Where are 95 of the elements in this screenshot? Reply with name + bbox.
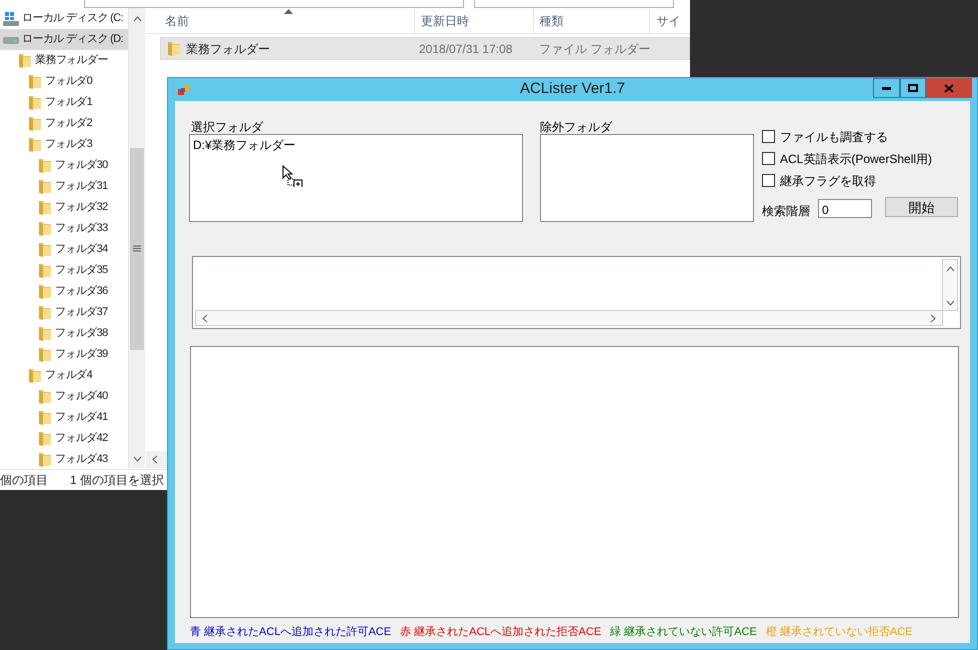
field-label: 選択フォルダ <box>191 119 263 136</box>
tree-item[interactable]: フォルダ0 <box>0 71 128 92</box>
file-row[interactable]: 業務フォルダー 2018/07/31 17:08 ファイル フォルダー <box>160 37 690 60</box>
tree-item[interactable]: フォルダ36 <box>0 281 128 302</box>
legend-text: 緑 継承されていない許可ACE <box>610 625 757 640</box>
scroll-up-icon[interactable] <box>133 16 142 22</box>
folder-icon <box>38 221 52 236</box>
window-title: ACLister Ver1.7 <box>520 79 626 100</box>
legend-text: 赤 継承されたACLへ追加された拒否ACE <box>400 625 602 640</box>
tree-item[interactable]: フォルダ37 <box>0 302 128 323</box>
column-header[interactable]: 更新日時 <box>415 8 534 33</box>
modified-date: 2018/07/31 17:08 <box>419 40 514 58</box>
vertical-scrollbar[interactable] <box>128 8 145 468</box>
checkbox[interactable] <box>762 174 775 187</box>
scroll-right-icon[interactable] <box>930 314 936 323</box>
tree-item[interactable]: フォルダ31 <box>0 176 128 197</box>
folder-icon <box>38 410 52 425</box>
checkbox[interactable] <box>762 152 775 165</box>
folder-icon <box>38 305 52 320</box>
tree-item[interactable]: フォルダ43 <box>0 449 128 468</box>
legend-text: 青 継承されたACLへ追加された許可ACE <box>190 625 392 640</box>
tree-item[interactable]: フォルダ40 <box>0 386 128 407</box>
folder-icon <box>18 53 32 68</box>
minimize-button[interactable] <box>873 78 900 98</box>
column-header[interactable]: 種類 <box>534 8 650 33</box>
maximize-button[interactable] <box>900 78 926 98</box>
file-type: ファイル フォルダー <box>539 40 650 58</box>
drag-cursor-icon <box>282 165 304 187</box>
tree-item[interactable]: 業務フォルダー <box>0 50 128 71</box>
tree-item[interactable]: フォルダ33 <box>0 218 128 239</box>
scroll-left-icon[interactable] <box>202 314 208 323</box>
folder-icon <box>38 284 52 299</box>
tree-item[interactable]: フォルダ1 <box>0 92 128 113</box>
tree-item[interactable]: フォルダ4 <box>0 365 128 386</box>
horizontal-scrollbar[interactable] <box>146 451 167 468</box>
grip-icon <box>133 245 141 252</box>
checkbox-label: ファイルも調査する <box>780 128 888 146</box>
file-name: 業務フォルダー <box>186 40 270 58</box>
checkbox-label: 継承フラグを取得 <box>780 172 876 190</box>
selected-folder-field[interactable]: D:¥業務フォルダー <box>189 134 523 222</box>
tree-item[interactable]: フォルダ32 <box>0 197 128 218</box>
field-label: 検索階層 <box>762 203 810 220</box>
tree-item[interactable]: フォルダ39 <box>0 344 128 365</box>
folder-icon <box>38 389 52 404</box>
folder-icon <box>28 95 42 110</box>
folder-icon <box>38 158 52 173</box>
scroll-left-icon[interactable] <box>152 455 158 464</box>
drive-icon <box>3 34 19 44</box>
checkbox-label: ACL英語表示(PowerShell用) <box>780 150 932 168</box>
sort-arrow-icon <box>284 9 293 14</box>
folder-icon <box>38 242 52 257</box>
depth-field[interactable]: 0 <box>818 199 872 218</box>
scrollbar-thumb[interactable] <box>130 148 144 350</box>
folder-icon <box>167 41 181 56</box>
folder-icon <box>28 137 42 152</box>
horizontal-scrollbar[interactable] <box>195 310 943 326</box>
scroll-up-icon[interactable] <box>946 266 955 272</box>
close-button[interactable] <box>926 78 972 98</box>
folder-icon <box>38 200 52 215</box>
close-icon <box>944 84 954 92</box>
maximize-icon <box>908 84 918 92</box>
tree-item[interactable]: フォルダ38 <box>0 323 128 344</box>
status-text: 1 個の項目を選択 <box>70 472 164 489</box>
tree-item[interactable]: フォルダ41 <box>0 407 128 428</box>
folder-icon <box>38 431 52 446</box>
folder-icon <box>38 326 52 341</box>
folder-icon <box>38 179 52 194</box>
app-icon <box>178 85 190 96</box>
start-button[interactable]: 開始 <box>885 197 958 217</box>
tree-item[interactable]: フォルダ30 <box>0 155 128 176</box>
folder-icon <box>28 74 42 89</box>
legend-text: 橙 継承されていない拒否ACE <box>766 625 913 640</box>
tree-item[interactable]: フォルダ34 <box>0 239 128 260</box>
tree-item[interactable]: ローカル ディスク (D: <box>0 29 128 50</box>
folder-icon <box>38 263 52 278</box>
tree-item[interactable]: フォルダ35 <box>0 260 128 281</box>
column-header[interactable]: サイ <box>650 8 690 33</box>
status-text: 個の項目 <box>0 472 48 489</box>
tree-item[interactable]: ローカル ディスク (C: <box>0 8 128 29</box>
system-drive-icon <box>3 11 19 26</box>
folder-icon <box>38 452 52 467</box>
folder-icon <box>28 368 42 383</box>
folder-icon <box>38 347 52 362</box>
checkbox[interactable] <box>762 130 775 143</box>
field-value: D:¥業務フォルダー <box>193 137 296 154</box>
tree-item[interactable]: フォルダ2 <box>0 113 128 134</box>
minimize-icon <box>882 86 891 90</box>
tree-item[interactable]: フォルダ42 <box>0 428 128 449</box>
field-label: 除外フォルダ <box>540 119 612 136</box>
excluded-folder-field[interactable] <box>540 134 754 222</box>
folder-icon <box>28 116 42 131</box>
tree-item[interactable]: フォルダ3 <box>0 134 128 155</box>
scroll-down-icon[interactable] <box>946 300 955 306</box>
scroll-down-icon[interactable] <box>133 456 142 462</box>
vertical-scrollbar[interactable] <box>942 259 958 311</box>
